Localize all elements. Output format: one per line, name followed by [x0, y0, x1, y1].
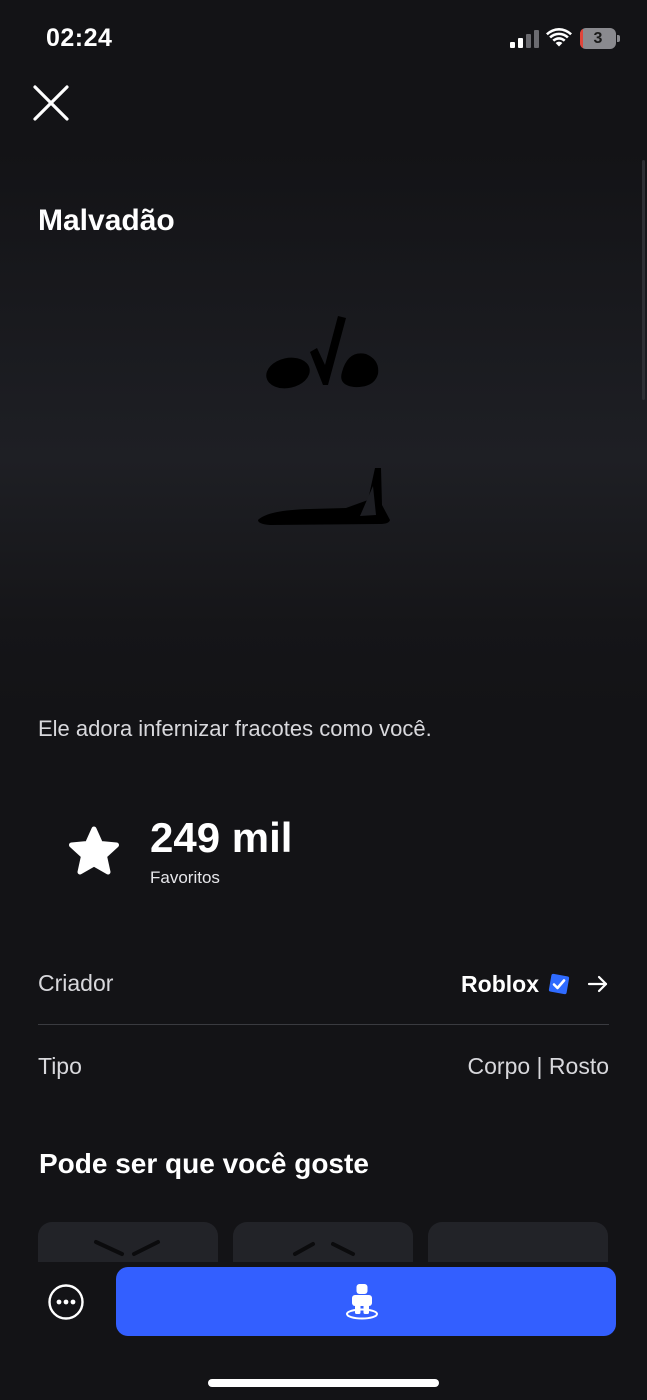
- creator-link[interactable]: Roblox: [461, 968, 609, 1000]
- favorites-label: Favoritos: [150, 868, 220, 887]
- type-row: Tipo Corpo | Rosto: [38, 1043, 609, 1091]
- type-value: Corpo | Rosto: [467, 1053, 609, 1079]
- status-bar: 02:24 3: [0, 0, 647, 70]
- cellular-signal-icon: [510, 30, 539, 48]
- star-icon[interactable]: [68, 826, 120, 878]
- more-icon[interactable]: [47, 1283, 85, 1321]
- item-description: Ele adora infernizar fracotes como você.: [38, 716, 432, 741]
- try-on-button[interactable]: [116, 1267, 616, 1336]
- close-icon[interactable]: [28, 80, 74, 126]
- avatar-try-on-icon: [346, 1284, 378, 1320]
- status-time: 02:24: [46, 24, 113, 52]
- type-label: Tipo: [38, 1053, 82, 1079]
- arrow-right-icon[interactable]: [587, 974, 609, 994]
- favorites-count: 249 mil: [150, 814, 293, 861]
- creator-label: Criador: [38, 970, 114, 996]
- wifi-icon: [546, 28, 572, 47]
- recommendations-title: Pode ser que você goste: [39, 1148, 369, 1179]
- favorites-stat: 249 mil Favoritos: [64, 810, 364, 900]
- scroll-indicator: [642, 160, 645, 400]
- creator-name[interactable]: Roblox: [461, 971, 539, 998]
- item-title: Malvadão: [38, 204, 175, 237]
- creator-row[interactable]: Criador Roblox: [38, 960, 609, 1008]
- battery-icon: 3: [580, 28, 620, 49]
- divider: [38, 1024, 609, 1025]
- battery-percent: 3: [593, 30, 603, 47]
- verified-badge-icon: [548, 973, 570, 995]
- face-preview-image: [258, 316, 390, 525]
- home-indicator: [208, 1379, 439, 1387]
